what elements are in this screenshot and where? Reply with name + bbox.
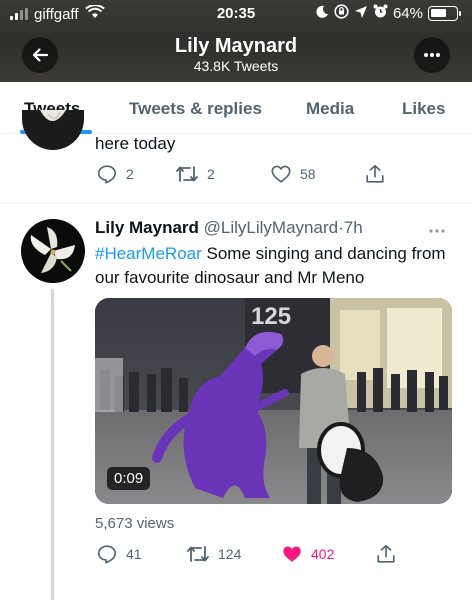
tab-media[interactable]: Media (306, 99, 354, 119)
tweet-time[interactable]: 7h (344, 218, 363, 237)
video-player[interactable]: 125 0:09 (95, 298, 452, 504)
tweet-more-button[interactable] (428, 218, 446, 239)
screen-lock-icon (334, 4, 349, 23)
alarm-icon (373, 4, 388, 23)
heart-icon (271, 165, 291, 183)
like-count: 402 (311, 546, 335, 562)
avatar[interactable] (21, 219, 85, 283)
retweet-button[interactable]: 124 (186, 543, 281, 565)
reply-button[interactable]: 41 (96, 543, 186, 565)
battery-percent: 64% (392, 5, 423, 22)
reply-icon (97, 165, 117, 184)
video-duration: 0:09 (107, 467, 151, 490)
share-icon (366, 164, 384, 183)
profile-header: giffgaff 20:35 64% Lily Maynard 43.8K Tw… (0, 0, 472, 82)
status-bar: giffgaff 20:35 64% (0, 0, 472, 28)
heart-filled-icon (283, 546, 301, 562)
status-right: 64% (315, 4, 461, 23)
share-button[interactable] (375, 543, 397, 565)
tweet-count: 43.8K Tweets (193, 58, 279, 74)
share-icon (377, 544, 395, 563)
like-button[interactable]: 402 (281, 543, 375, 565)
author-name[interactable]: Lily Maynard (95, 218, 199, 237)
battery-fill (431, 9, 446, 17)
status-left: giffgaff (10, 4, 105, 23)
retweet-icon (176, 166, 198, 182)
tweet-header: Lily Maynard @LilyLilyMaynard·7h (95, 218, 363, 238)
like-button[interactable]: 58 (270, 163, 364, 185)
wifi-icon (84, 4, 105, 23)
thread-line (51, 289, 54, 600)
reply-count: 2 (126, 166, 134, 182)
tab-likes[interactable]: Likes (402, 99, 445, 119)
lily-flower-image (30, 227, 75, 273)
profile-name: Lily Maynard (174, 35, 298, 57)
reply-icon (97, 545, 117, 564)
more-icon (429, 229, 445, 233)
tweet-actions: 41 124 402 (96, 543, 397, 565)
carrier-label: giffgaff (34, 5, 79, 23)
battery-icon (428, 6, 461, 21)
retweet-icon (187, 546, 209, 562)
signal-icon (10, 8, 28, 20)
lily-flower-image (40, 110, 66, 121)
more-icon (424, 53, 440, 57)
author-handle[interactable]: @LilyLilyMaynard (204, 218, 338, 237)
reply-button[interactable]: 2 (96, 163, 175, 185)
reply-count: 41 (126, 546, 142, 562)
tweet-divider (0, 203, 472, 204)
tab-tweets-replies[interactable]: Tweets & replies (129, 99, 262, 119)
previous-tweet-text: here today (95, 134, 176, 153)
location-icon (354, 5, 368, 23)
tweet-text: #HearMeRoar Some singing and dancing fro… (95, 242, 455, 290)
retweet-count: 124 (218, 546, 242, 562)
hashtag-link[interactable]: #HearMeRoar (95, 244, 202, 263)
moon-icon (315, 5, 329, 23)
share-button[interactable] (364, 163, 386, 185)
view-count: 5,673 views (95, 515, 175, 532)
retweet-count: 2 (207, 166, 215, 182)
more-button[interactable] (414, 37, 450, 73)
like-count: 58 (300, 166, 316, 182)
retweet-button[interactable]: 2 (175, 163, 270, 185)
previous-avatar[interactable] (22, 110, 84, 150)
previous-tweet-actions: 2 2 58 (96, 163, 386, 185)
building-sign-text: 125 (251, 303, 291, 330)
